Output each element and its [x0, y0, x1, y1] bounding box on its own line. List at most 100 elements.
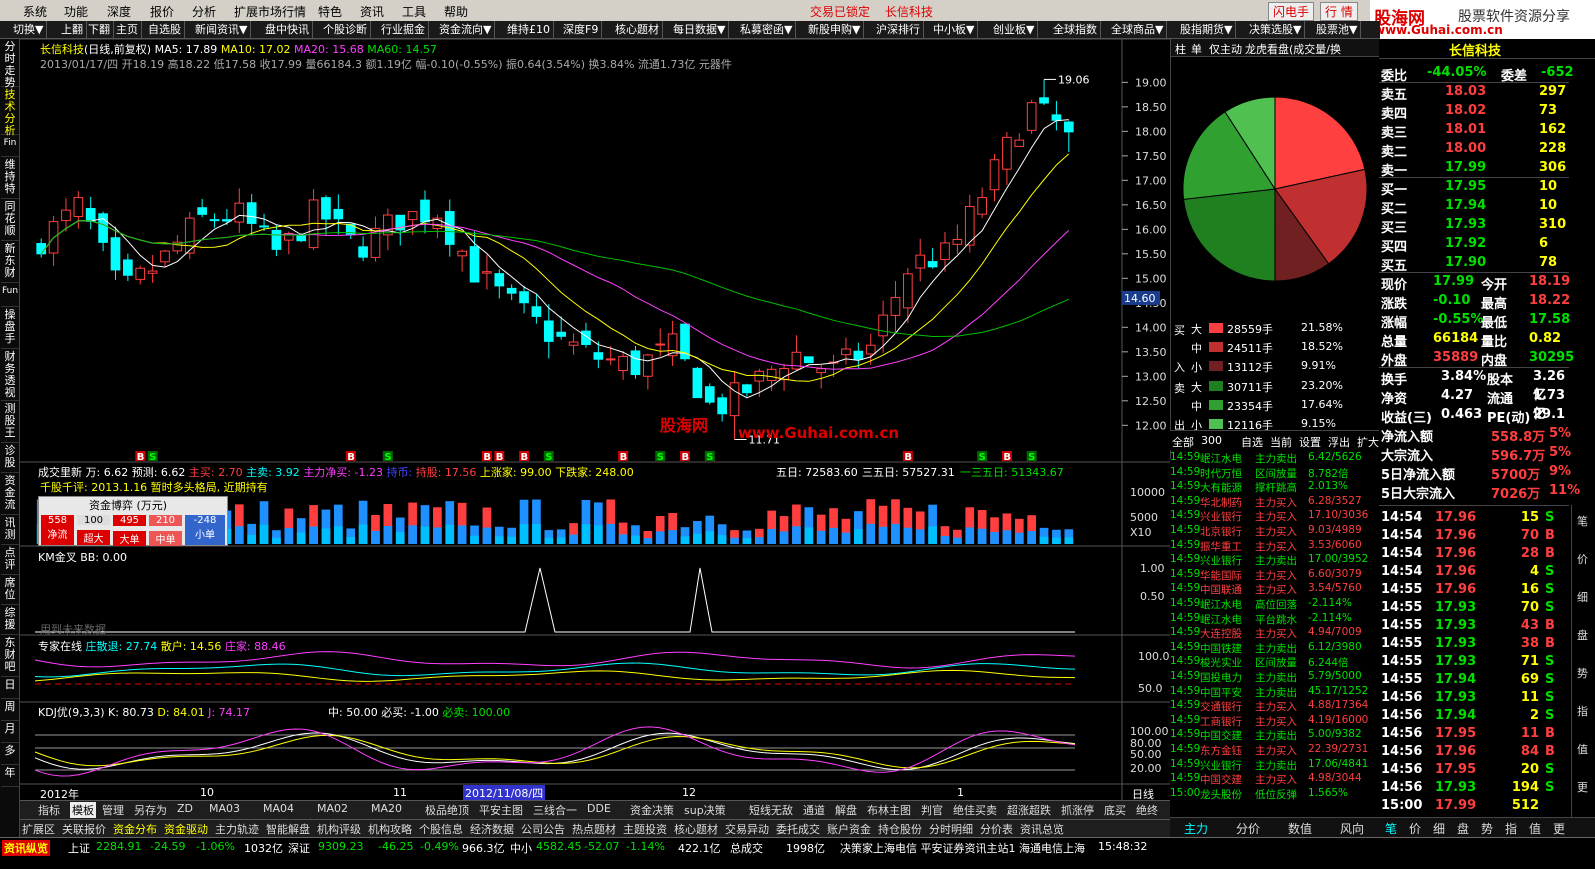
quote-button[interactable]: 行 情 [1320, 2, 1358, 21]
right-tab-2[interactable]: 数值 [1288, 820, 1312, 837]
edge-tab-7[interactable]: 更 [1577, 779, 1588, 795]
indicator-tab-13[interactable]: 资金决策 [630, 802, 674, 818]
news-row[interactable]: 14:59 交通银行 主力买入 4.88/17364 [1170, 698, 1375, 713]
indicator-tab-4[interactable]: ZD [177, 802, 193, 815]
news-row[interactable]: 14:59 兴业银行 主力买入 17.10/3036 [1170, 508, 1375, 523]
news-row[interactable]: 14:59 岷江水电 平台跳水 -2.114% [1170, 611, 1375, 626]
right-tab-3[interactable]: 风向 [1340, 820, 1364, 837]
news-row[interactable]: 14:59 中国联通 主力买入 3.54/5760 [1170, 581, 1375, 596]
flash-trade-button[interactable]: 闪电手 [1268, 2, 1315, 21]
indicator-tab-19[interactable]: 判官 [921, 802, 943, 818]
news-row[interactable]: 14:59 梭光实业 区间放量 6.244倍 [1170, 654, 1375, 669]
ext-tab-9[interactable]: 经济数据 [470, 821, 514, 837]
edge-tab-1[interactable]: 价 [1577, 551, 1588, 567]
ext-tab-19[interactable]: 分价表 [980, 821, 1013, 837]
indicator-tab-22[interactable]: 抓涨停 [1061, 802, 1094, 818]
news-row[interactable]: 14:59 国投电力 主力卖出 5.79/5000 [1170, 669, 1375, 684]
indicator-tab-14[interactable]: sup决策 [684, 802, 726, 818]
pie-tab-active[interactable]: 仅主动 [1209, 41, 1242, 57]
toolbar-stock-pool[interactable]: 股票池▼ [1313, 21, 1362, 39]
indicator-tab-9[interactable]: 极品绝顶 [425, 802, 469, 818]
news-tab-3[interactable]: 当前 [1270, 434, 1292, 450]
ext-tab-4[interactable]: 主力轨迹 [215, 821, 259, 837]
news-row[interactable]: 14:59 中国交建 主力买入 4.98/3044 [1170, 771, 1375, 786]
quote-tab-4[interactable]: 势 [1481, 820, 1493, 837]
quote-tab-7[interactable]: 更 [1553, 820, 1565, 837]
quote-tab-6[interactable]: 值 [1529, 820, 1541, 837]
news-row[interactable]: 14:59 兴业银行 主力卖出 17.00/3952 [1170, 552, 1375, 567]
indicator-tab-7[interactable]: MA02 [317, 802, 348, 815]
news-row[interactable]: 14:59 北京银行 主力买入 9.03/4989 [1170, 523, 1375, 538]
ext-tab-8[interactable]: 个股信息 [419, 821, 463, 837]
indicator-tab-8[interactable]: MA20 [371, 802, 402, 815]
news-tab-2[interactable]: 自选 [1241, 434, 1263, 450]
toolbar-stock-picker[interactable]: 决策选股▼ [1246, 21, 1306, 39]
news-row[interactable]: 14:59 华能国际 主力买入 6.60/3079 [1170, 567, 1375, 582]
ext-tab-17[interactable]: 持仓股份 [878, 821, 922, 837]
edge-tab-2[interactable]: 细 [1577, 589, 1588, 605]
indicator-tab-5[interactable]: MA03 [209, 802, 240, 815]
pie-tab-dragon[interactable]: 龙虎看盘(成交量/换 [1245, 41, 1341, 57]
news-row[interactable]: 14:59 中国铁建 主力卖出 6.12/3980 [1170, 640, 1375, 655]
ext-tab-20[interactable]: 资讯总览 [1020, 821, 1064, 837]
ext-tab-5[interactable]: 智能解盘 [266, 821, 310, 837]
news-tab-6[interactable]: 扩大 [1357, 434, 1379, 450]
right-tab-0[interactable]: 主力 [1184, 820, 1208, 837]
quote-tab-3[interactable]: 盘 [1457, 820, 1469, 837]
ext-tab-14[interactable]: 交易异动 [725, 821, 769, 837]
indicator-tab-16[interactable]: 通道 [803, 802, 825, 818]
ext-tab-12[interactable]: 主题投资 [623, 821, 667, 837]
news-tab-4[interactable]: 设置 [1299, 434, 1321, 450]
news-row[interactable]: 14:59 华北制药 主力买入 6.28/3527 [1170, 494, 1375, 509]
indicator-tab-23[interactable]: 底买 [1104, 802, 1126, 818]
news-row[interactable]: 14:59 时代万恒 区间放量 8.782倍 [1170, 465, 1375, 480]
ext-tab-18[interactable]: 分时明细 [929, 821, 973, 837]
indicator-tab-0[interactable]: 指标 [38, 802, 60, 818]
indicator-tab-18[interactable]: 布林主图 [867, 802, 911, 818]
indicator-tab-6[interactable]: MA04 [263, 802, 294, 815]
news-row[interactable]: 14:59 岷江水电 高位回落 -2.114% [1170, 596, 1375, 611]
news-row[interactable]: 14:59 大连控股 主力买入 4.94/7009 [1170, 625, 1375, 640]
indicator-tab-2[interactable]: 管理 [102, 802, 124, 818]
brand-label[interactable]: 资讯纵览 [2, 840, 50, 856]
news-tab-0[interactable]: 全部 [1172, 434, 1194, 450]
news-row[interactable]: 14:59 兴业银行 主力卖出 17.06/4841 [1170, 757, 1375, 772]
pie-tab-bar[interactable]: 柱 [1175, 41, 1186, 57]
kline-chart[interactable]: 19.00 18.50 18.00 17.50 17.00 16.50 16.00 15.50… [0, 0, 1170, 800]
ext-tab-3[interactable]: 资金驱动 [164, 821, 208, 837]
news-row[interactable]: 14:59 岷江水电 主力卖出 6.42/5626 [1170, 450, 1375, 465]
ext-tab-16[interactable]: 账户资金 [827, 821, 871, 837]
ext-tab-1[interactable]: 关联报价 [62, 821, 106, 837]
ext-tab-6[interactable]: 机构评级 [317, 821, 361, 837]
indicator-tab-20[interactable]: 绝佳买卖 [953, 802, 997, 818]
indicator-tab-11[interactable]: 三线合一 [533, 802, 577, 818]
news-tab-5[interactable]: 浮出 [1328, 434, 1350, 450]
indicator-tab-21[interactable]: 超涨超跌 [1007, 802, 1051, 818]
news-tab-1[interactable]: 300 [1201, 434, 1222, 447]
news-row[interactable]: 14:59 振华重工 主力买入 3.53/6060 [1170, 538, 1375, 553]
right-tab-1[interactable]: 分价 [1236, 820, 1260, 837]
ext-tab-7[interactable]: 机构攻略 [368, 821, 412, 837]
indicator-tab-12[interactable]: DDE [587, 802, 611, 815]
ext-tab-15[interactable]: 委托成交 [776, 821, 820, 837]
news-row[interactable]: 15:00 龙头股份 低位反弹 1.565% [1170, 786, 1375, 801]
edge-tab-4[interactable]: 势 [1577, 665, 1588, 681]
toolbar-futures[interactable]: 股指期货▼ [1177, 21, 1237, 39]
indicator-tab-3[interactable]: 另存为 [134, 802, 167, 818]
quote-tab-5[interactable]: 指 [1505, 820, 1517, 837]
ext-tab-13[interactable]: 核心题材 [674, 821, 718, 837]
quote-tab-2[interactable]: 细 [1433, 820, 1445, 837]
indicator-tab-1[interactable]: 模板 [70, 802, 96, 818]
news-row[interactable]: 14:59 东方金钰 主力买入 22.39/2731 [1170, 742, 1375, 757]
pie-tab-single[interactable]: 单 [1191, 41, 1202, 57]
ext-tab-2[interactable]: 资金分布 [113, 821, 157, 837]
edge-tab-0[interactable]: 笔 [1577, 513, 1588, 529]
indicator-tab-24[interactable]: 绝终 [1136, 802, 1158, 818]
indicator-tab-15[interactable]: 短线无敌 [749, 802, 793, 818]
quote-tab-1[interactable]: 价 [1409, 820, 1421, 837]
edge-tab-6[interactable]: 值 [1577, 741, 1588, 757]
news-row[interactable]: 14:59 大有能源 撑杆跳高 2.013% [1170, 479, 1375, 494]
edge-tab-3[interactable]: 盘 [1577, 627, 1588, 643]
news-row[interactable]: 14:59 工商银行 主力买入 4.19/16000 [1170, 713, 1375, 728]
indicator-tab-10[interactable]: 平安主图 [479, 802, 523, 818]
